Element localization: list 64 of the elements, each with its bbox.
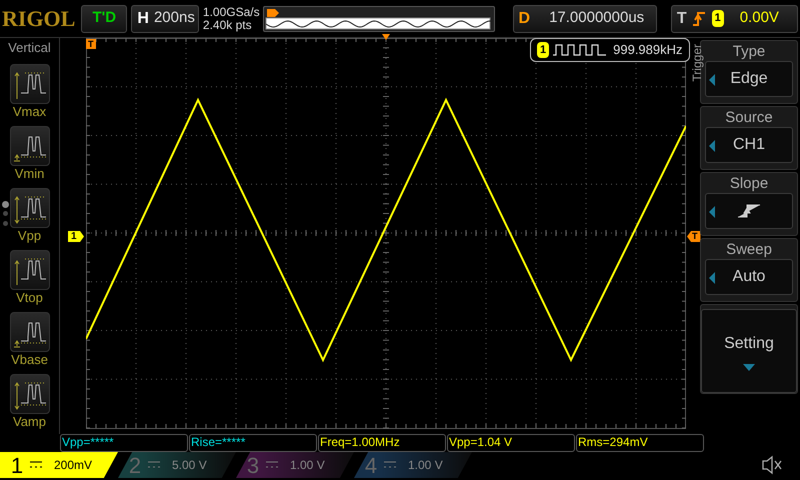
trigger-box[interactable]: T 1 0.00V: [670, 4, 798, 32]
caret-icon: [709, 140, 715, 152]
menu-title: Trigger: [689, 44, 705, 82]
measurement-readout: Rise=*****: [189, 434, 317, 452]
dc-coupling-icon: [148, 461, 160, 469]
trigger-level: 0.00V: [740, 8, 779, 28]
measure-label: Vmax: [12, 104, 48, 120]
sample-rate: 1.00GSa/s: [202, 6, 259, 18]
measure-label: Vpp: [16, 228, 42, 244]
caret-icon: [709, 272, 715, 284]
measure-button[interactable]: [10, 64, 50, 104]
channel-tab[interactable]: 2 5.00 V: [118, 452, 236, 478]
channel-marker: 1: [68, 231, 84, 242]
rising-edge-icon: [692, 10, 706, 26]
memory-depth: 2.40k pts: [202, 18, 253, 32]
timebase-value: 200ns: [154, 8, 195, 28]
menu-label: Type: [732, 43, 766, 61]
channel-tab[interactable]: 4 1.00 V: [354, 452, 472, 478]
measurement-readout: Rms=294mV: [576, 434, 704, 452]
menu-option[interactable]: Auto: [705, 259, 793, 295]
rising-edge-icon: [738, 204, 760, 218]
channel-tab[interactable]: 1 200mV: [0, 452, 118, 478]
menu-option[interactable]: Edge: [705, 61, 793, 97]
delay-value: 17.0000000us: [549, 8, 644, 28]
setting-button[interactable]: Setting: [701, 309, 797, 393]
trigger-level-marker: T: [687, 231, 700, 242]
measurement-readout: Freq=1.00MHz: [318, 434, 446, 452]
frequency-value: 999.989kHz: [613, 41, 683, 59]
measure-button[interactable]: [10, 374, 50, 414]
measure-button[interactable]: [10, 188, 50, 228]
down-caret-icon: [743, 364, 755, 370]
caret-icon: [709, 206, 715, 218]
measure-label: Vamp: [12, 414, 47, 430]
measurement-readout: Vpp=*****: [60, 434, 188, 452]
measurement-readout: Vpp=1.04 V: [447, 434, 575, 452]
menu-label: Sweep: [725, 241, 773, 259]
position-pointer-icon: [382, 34, 390, 40]
caret-icon: [709, 74, 715, 86]
scale-label: H: [136, 8, 150, 28]
trigger-label: T: [676, 8, 688, 28]
delay-label: D: [518, 8, 532, 28]
dc-coupling-icon: [384, 461, 396, 469]
measure-button[interactable]: [10, 126, 50, 166]
channel-badge: 1: [537, 42, 550, 58]
menu-label: Slope: [728, 175, 770, 193]
horizontal-scale-box[interactable]: H 200ns: [131, 4, 199, 32]
measure-button[interactable]: [10, 312, 50, 352]
channel-tab[interactable]: 3 1.00 V: [236, 452, 354, 478]
logo: RIGOL: [2, 5, 76, 33]
trigger-source: 1: [712, 10, 724, 27]
dc-coupling-icon: [266, 461, 278, 469]
measure-label: Vmin: [14, 166, 46, 182]
measure-label: Vbase: [10, 352, 49, 368]
menu-option[interactable]: CH1: [705, 127, 793, 163]
menu-option[interactable]: [705, 193, 793, 229]
measure-button[interactable]: [10, 250, 50, 290]
menu-label: Source: [724, 109, 774, 127]
delay-box[interactable]: D 17.0000000us: [512, 4, 658, 32]
measure-label: Vtop: [15, 290, 44, 306]
trigger-marker: T: [86, 39, 96, 49]
dc-coupling-icon: [30, 461, 42, 469]
speaker-muted-icon[interactable]: [762, 455, 782, 475]
run-status: T'D: [81, 4, 128, 32]
menu-title: Vertical: [7, 39, 52, 57]
